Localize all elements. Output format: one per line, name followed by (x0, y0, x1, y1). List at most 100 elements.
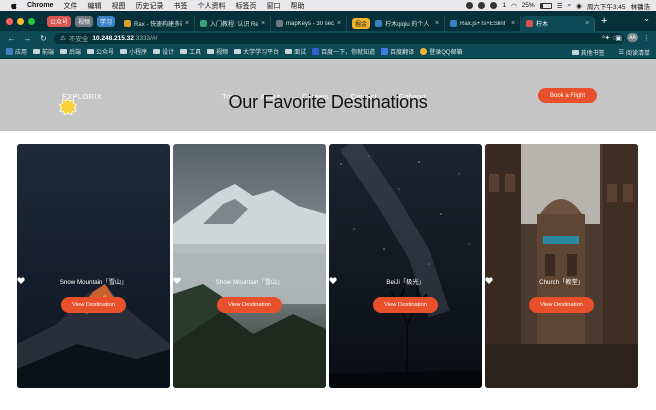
menu-item-profiles[interactable]: 个人资料 (197, 1, 225, 11)
browser-tab[interactable]: 入门教程: 认识 Re × (195, 16, 272, 31)
card-image-night-mountain (17, 144, 170, 388)
more-menu-icon[interactable]: ⋮ (643, 34, 650, 42)
wifi-icon[interactable]: ◠ (511, 2, 517, 10)
heart-icon[interactable] (485, 277, 493, 284)
menubar-user[interactable]: 林镛浩 (631, 1, 651, 11)
zoom-window-button[interactable] (28, 17, 35, 25)
menu-item-edit[interactable]: 编辑 (87, 1, 101, 11)
reload-icon[interactable]: ↻ (39, 34, 48, 43)
reading-list[interactable]: ☰ 阅读清单 (619, 48, 650, 57)
bookmark-folder[interactable]: 面试 (285, 47, 306, 56)
card-title: BeiJi「极光」 (386, 279, 425, 286)
new-tab-button[interactable]: + (601, 15, 607, 27)
heart-icon[interactable] (329, 277, 337, 284)
view-destination-button[interactable]: View Destination (529, 297, 594, 313)
tab-close-icon[interactable]: × (185, 20, 189, 27)
menu-item-window[interactable]: 窗口 (266, 1, 280, 11)
record-icon[interactable] (466, 2, 474, 9)
card-title: Snow Mountain「雪山」 (215, 279, 284, 286)
bookmark-folder[interactable]: 工具 (180, 47, 201, 56)
destination-card[interactable]: Church「教堂」 View Destination (485, 144, 638, 388)
menu-item-file[interactable]: 文件 (63, 1, 77, 11)
qq-icon[interactable] (478, 2, 486, 9)
browser-tab-active[interactable]: 柠木 × (521, 16, 596, 31)
url-host: 10.248.215.32 (92, 34, 134, 42)
tab-close-icon[interactable]: × (511, 20, 515, 27)
bookmark-label: 前端 (42, 50, 55, 56)
bookmark-label: 后端 (69, 50, 82, 56)
address-bar[interactable]: ⚠ 不安全 10.248.215.32:3333/#/ ⌕ ☆ (54, 32, 624, 44)
tab-group-chip[interactable]: 视频 (75, 15, 94, 27)
menu-item-bookmarks[interactable]: 书签 (173, 1, 187, 11)
bookmark-apps[interactable]: 应用 (6, 47, 27, 56)
profile-avatar[interactable]: AA (627, 33, 638, 42)
tab-close-icon[interactable]: × (337, 20, 341, 27)
folder-icon (180, 49, 188, 54)
tab-group-chip[interactable]: 公众号 (47, 15, 72, 27)
view-destination-button[interactable]: View Destination (61, 297, 126, 313)
extensions-icon[interactable]: ✦ (605, 34, 611, 42)
tab-title: 柠木qiqiu 的个人 (385, 22, 430, 28)
sidebar-icon[interactable]: ▣ (615, 34, 622, 42)
browser-tab[interactable]: 掘金 柠木qiqiu 的个人 × (347, 16, 446, 31)
bookmark-folder[interactable]: 大学学习平台 (234, 47, 279, 56)
close-window-button[interactable] (6, 17, 13, 25)
siri-icon[interactable]: ◉ (576, 2, 582, 10)
heart-icon[interactable] (173, 277, 181, 284)
folder-icon (120, 49, 128, 54)
bookmark-folder[interactable]: 视频 (207, 47, 228, 56)
tab-close-icon[interactable]: × (585, 20, 589, 27)
menu-item-tabs[interactable]: 标签页 (235, 1, 256, 11)
bookmark-folder[interactable]: 公众号 (87, 47, 114, 56)
bookmarks-right: 其他书签 ☰ 阅读清单 (566, 45, 650, 59)
other-bookmarks[interactable]: 其他书签 (571, 48, 605, 57)
destination-card[interactable]: Snow Mountain「雪山」 View Destination (17, 144, 170, 388)
translate-icon (381, 48, 389, 55)
back-icon[interactable]: ← (7, 34, 16, 43)
destination-card[interactable]: BeiJi「极光」 View Destination (329, 144, 482, 388)
tab-search-icon[interactable]: ⌄ (643, 14, 650, 23)
bookmark-link[interactable]: 登录QQ邮箱 (420, 47, 463, 56)
view-destination-button[interactable]: View Destination (373, 297, 438, 313)
folder-icon (234, 49, 242, 54)
url-text[interactable]: 10.248.215.32:3333/#/ (92, 35, 157, 42)
bookmark-folder[interactable]: 后端 (60, 47, 81, 56)
browser-tab[interactable]: Rax.js+Ts+ESlint × (445, 16, 522, 31)
heart-icon[interactable] (17, 277, 25, 284)
card-image-misty-mountain (173, 144, 326, 388)
battery-icon[interactable] (539, 2, 552, 9)
forward-icon[interactable]: → (23, 34, 32, 43)
apple-icon[interactable] (9, 1, 18, 10)
bookmark-folder[interactable]: 设计 (153, 47, 174, 56)
bookmark-label: 百度翻译 (390, 50, 415, 56)
bookmark-folder[interactable]: 前端 (33, 47, 54, 56)
book-flight-button[interactable]: Book a Flight (538, 88, 597, 103)
bookmark-link[interactable]: 百度翻译 (381, 47, 414, 56)
menu-item-history[interactable]: 历史记录 (135, 1, 163, 11)
macos-menubar: Chrome 文件 编辑 视图 历史记录 书签 个人资料 标签页 窗口 帮助 1… (0, 0, 656, 11)
browser-tab[interactable]: mapKeys - 30 sec × (271, 16, 348, 31)
wechat-icon[interactable] (490, 2, 498, 9)
browser-tab[interactable]: Rax - 快速构建多端 × (119, 16, 196, 31)
warning-icon[interactable]: ⚠ (60, 34, 66, 42)
menu-item-help[interactable]: 帮助 (290, 1, 304, 11)
menu-app-name[interactable]: Chrome (27, 2, 53, 9)
folder-icon (571, 49, 579, 55)
tab-group-chip[interactable]: 学习 (97, 15, 116, 27)
menu-item-view[interactable]: 视图 (111, 1, 125, 11)
menubar-clock[interactable]: 周六下午3:45 (587, 1, 626, 11)
qq-mail-icon (420, 48, 428, 55)
minimize-window-button[interactable] (17, 17, 24, 25)
tab-favicon-icon (450, 20, 458, 27)
bookmark-folder[interactable]: 小程序 (120, 47, 147, 56)
tab-close-icon[interactable]: × (435, 20, 439, 27)
tab-strip-right: ⌄ (643, 14, 650, 23)
tab-close-icon[interactable]: × (261, 20, 265, 27)
tab-group-chip[interactable]: 掘金 (352, 18, 371, 29)
tab-favicon-icon (124, 20, 132, 27)
view-destination-button[interactable]: View Destination (217, 297, 282, 313)
destination-card[interactable]: Snow Mountain「雪山」 View Destination (173, 144, 326, 388)
search-icon[interactable]: ⌕ (568, 2, 572, 10)
control-center-icon[interactable]: ☰ (557, 2, 563, 10)
bookmark-link[interactable]: 百度一下，你就知道 (312, 47, 375, 56)
